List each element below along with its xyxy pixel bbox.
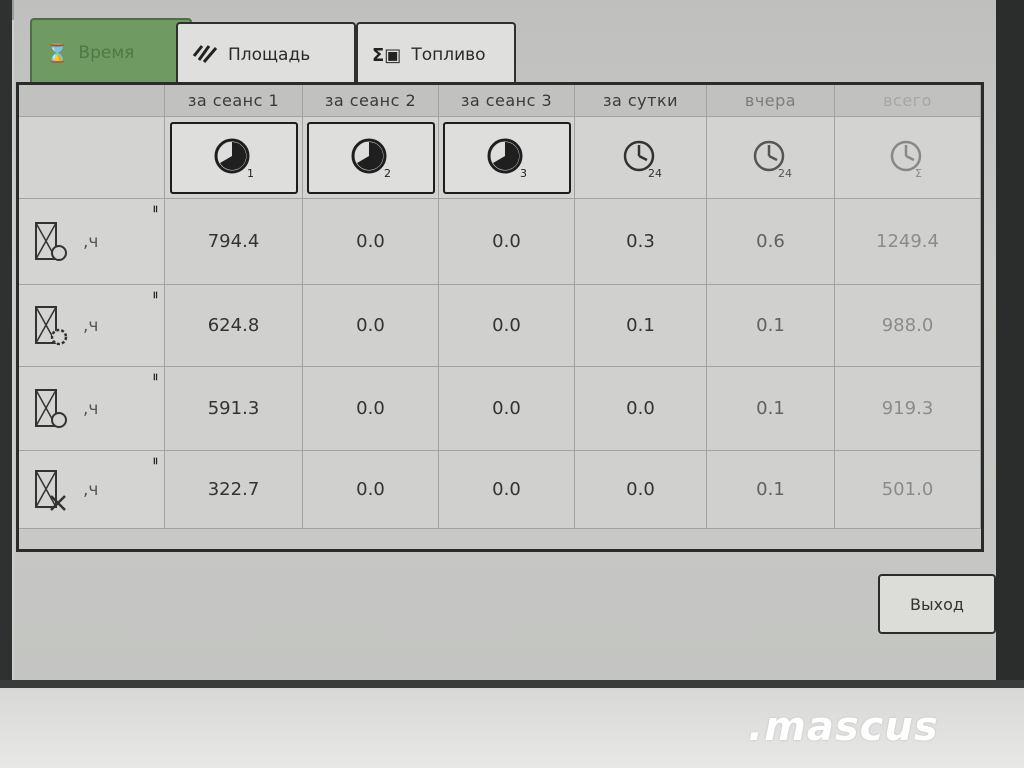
pause-marker: ॥ xyxy=(152,204,158,215)
row-label-threshing-hours[interactable]: ,ч ॥ xyxy=(19,285,165,367)
timer-2-subscript: 2 xyxy=(384,167,391,180)
col-header-yesterday: вчера xyxy=(707,85,835,117)
table-cell: 0.0 xyxy=(439,199,575,285)
sigma-fuel-icon: Σ▣ xyxy=(372,44,402,66)
pause-marker: ॥ xyxy=(152,456,158,467)
statistics-table: за сеанс 1 за сеанс 2 за сеанс 3 за сутк… xyxy=(16,82,984,552)
timer-3-icon: 3 xyxy=(487,138,527,180)
table-cell: 988.0 xyxy=(835,285,981,367)
clock-day-subscript: 24 xyxy=(648,167,662,180)
drive-hours-icon xyxy=(35,388,67,428)
table-cell: 0.0 xyxy=(575,367,707,451)
watermark-logo: .mascus xyxy=(748,704,939,750)
table-cell: 0.0 xyxy=(303,367,439,451)
clock-total-subscript: Σ xyxy=(915,167,922,180)
clock-total-icon: Σ xyxy=(890,140,922,180)
col-header-session-1: за сеанс 1 xyxy=(165,85,303,117)
session-2-reset-button[interactable]: 2 xyxy=(306,121,435,194)
icon-row-empty xyxy=(19,117,165,199)
pause-marker: ॥ xyxy=(152,290,158,301)
col-header-session-3: за сеанс 3 xyxy=(439,85,575,117)
table-cell: 322.7 xyxy=(165,451,303,529)
tab-fuel-label: Топливо xyxy=(411,45,486,65)
col-header-session-2: за сеанс 2 xyxy=(303,85,439,117)
table-cell: 1249.4 xyxy=(835,199,981,285)
table-cell: 0.1 xyxy=(707,285,835,367)
row-unit: ,ч xyxy=(83,479,99,500)
col-header-day: за сутки xyxy=(575,85,707,117)
table-cell: 0.0 xyxy=(575,451,707,529)
total-icon-cell: Σ xyxy=(835,117,981,199)
timer-1-subscript: 1 xyxy=(247,167,254,180)
row-unit: ,ч xyxy=(83,315,99,336)
engine-hours-icon xyxy=(35,221,67,261)
row-label-idle-hours[interactable]: ,ч ॥ xyxy=(19,451,165,529)
exit-button[interactable]: Выход xyxy=(878,574,996,634)
timer-1-icon: 1 xyxy=(214,138,254,180)
row-unit: ,ч xyxy=(83,231,99,252)
tab-time[interactable]: ⌛ Время xyxy=(30,18,192,86)
table-cell: 0.1 xyxy=(707,451,835,529)
clock-24-icon: 24 xyxy=(623,140,662,180)
tab-area-label: Площадь xyxy=(228,45,311,65)
col-header-total: всего xyxy=(835,85,981,117)
table-cell: 794.4 xyxy=(165,199,303,285)
header-empty xyxy=(19,85,165,117)
tab-time-label: Время xyxy=(78,43,135,63)
device-bezel-left xyxy=(0,0,12,700)
session-3-cell: 3 xyxy=(439,117,575,199)
table-cell: 0.6 xyxy=(707,199,835,285)
table-cell: 919.3 xyxy=(835,367,981,451)
row-unit: ,ч xyxy=(83,398,99,419)
tab-area[interactable]: Площадь xyxy=(176,22,356,86)
table-cell: 0.0 xyxy=(303,285,439,367)
table-cell: 0.0 xyxy=(439,285,575,367)
tab-fuel[interactable]: Σ▣ Топливо xyxy=(356,22,516,86)
row-label-engine-hours[interactable]: ,ч ॥ xyxy=(19,199,165,285)
timer-3-subscript: 3 xyxy=(520,167,527,180)
table-cell: 0.1 xyxy=(707,367,835,451)
day-icon-cell: 24 xyxy=(575,117,707,199)
table-cell: 0.1 xyxy=(575,285,707,367)
table-cell: 591.3 xyxy=(165,367,303,451)
timer-2-icon: 2 xyxy=(351,138,391,180)
table-cell: 624.8 xyxy=(165,285,303,367)
session-1-reset-button[interactable]: 1 xyxy=(169,121,298,194)
row-label-drive-hours[interactable]: ,ч ॥ xyxy=(19,367,165,451)
session-3-reset-button[interactable]: 3 xyxy=(442,121,571,194)
pause-marker: ॥ xyxy=(152,372,158,383)
table-cell: 0.0 xyxy=(439,367,575,451)
table-cell: 0.3 xyxy=(575,199,707,285)
clock-yesterday-subscript: 24 xyxy=(778,167,792,180)
threshing-hours-icon xyxy=(35,305,68,345)
table-cell: 0.0 xyxy=(303,451,439,529)
idle-hours-icon xyxy=(35,469,66,511)
device-bezel-right xyxy=(996,0,1024,700)
yesterday-icon-cell: 24 xyxy=(707,117,835,199)
table-cell: 0.0 xyxy=(439,451,575,529)
session-1-cell: 1 xyxy=(165,117,303,199)
hourglass-icon: ⌛ xyxy=(46,42,69,64)
table-cell: 501.0 xyxy=(835,451,981,529)
hatch-icon xyxy=(192,42,218,69)
session-2-cell: 2 xyxy=(303,117,439,199)
table-cell: 0.0 xyxy=(303,199,439,285)
clock-24-yesterday-icon: 24 xyxy=(753,140,792,180)
